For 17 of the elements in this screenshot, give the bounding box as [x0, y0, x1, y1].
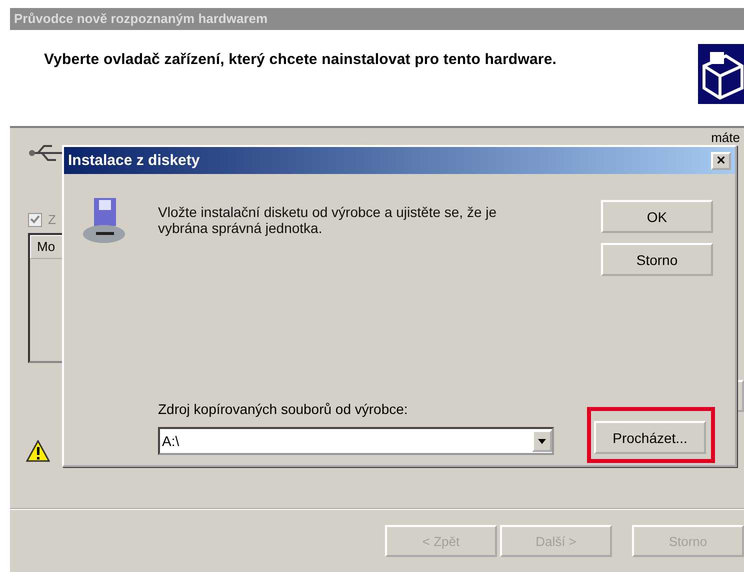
- usb-icon: [28, 142, 64, 164]
- source-combo-box[interactable]: A:\: [158, 427, 554, 455]
- dialog-button[interactable]: Storno: [601, 243, 713, 276]
- checkbox-label: Z: [48, 212, 56, 227]
- source-label: Zdroj kopírovaných souborů od výrobce:: [158, 401, 409, 417]
- browse-button[interactable]: Procházet...: [594, 421, 706, 454]
- checkbox[interactable]: [28, 212, 42, 226]
- instruction-text: Vložte instalační disketu od výrobce a ujistěte se, že je vybrána správná jednotka.: [158, 203, 498, 238]
- dialog-title: Instalace z diskety: [68, 152, 200, 169]
- warning-icon: [26, 440, 50, 462]
- dialog-button[interactable]: OK: [601, 200, 713, 233]
- caret-icon: [538, 438, 546, 444]
- close-button[interactable]: ×: [711, 152, 731, 170]
- window-title: Průvodce nově rozpoznaným hardwarem: [10, 8, 744, 30]
- dropdown-button[interactable]: [532, 430, 552, 452]
- description-text: máte: [711, 130, 740, 145]
- wizard-heading: Vyberte ovladač zařízení, který chcete nainstalovat pro tento hardware.: [44, 51, 557, 68]
